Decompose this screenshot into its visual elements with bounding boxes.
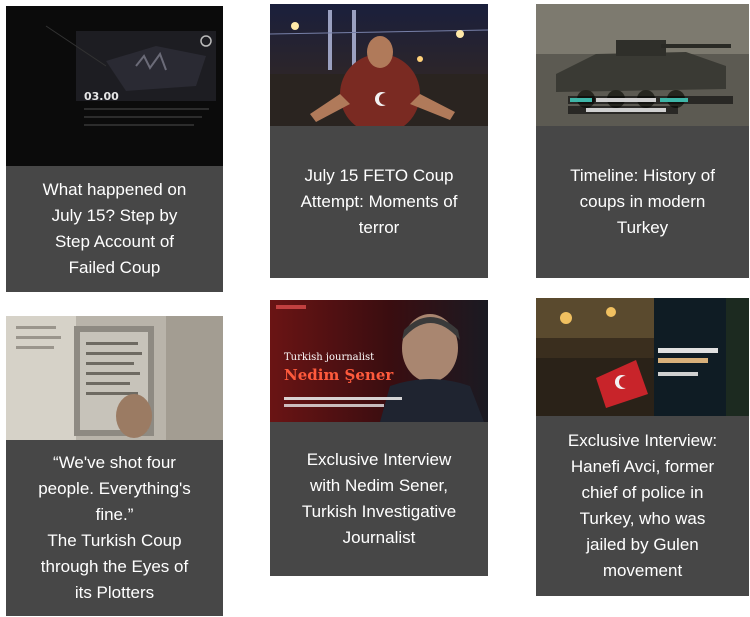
- video-card-timeline-coups[interactable]: Timeline: History of coups in modern Tur…: [536, 4, 749, 278]
- card-title-line: July 15 FETO Coup: [304, 166, 454, 185]
- card-title-line: Hanefi Avci, former: [570, 457, 715, 476]
- card-title[interactable]: Exclusive Interview with Nedim Sener, Tu…: [270, 422, 488, 576]
- card-title-line: Failed Coup: [68, 258, 161, 277]
- card-title-line: people. Everything's: [38, 479, 191, 498]
- card-title-line: What happened on: [42, 180, 187, 199]
- card-thumbnail[interactable]: [536, 298, 749, 416]
- card-title-line: Turkish Investigative: [301, 502, 457, 521]
- card-title-line: Attempt: Moments of: [300, 192, 458, 211]
- thumbnail-time-label: 03.00: [84, 90, 119, 103]
- card-title[interactable]: What happened on July 15? Step by Step A…: [6, 166, 223, 292]
- card-title-line: Turkey, who was: [579, 509, 706, 528]
- card-title-line: with Nedim Sener,: [310, 476, 448, 495]
- card-thumbnail[interactable]: [536, 4, 749, 126]
- card-title-line: Exclusive Interview: [306, 450, 452, 469]
- thumbnail-image: [6, 6, 223, 166]
- video-card-eyes-of-plotters[interactable]: “We've shot four people. Everything's fi…: [6, 316, 223, 616]
- card-title[interactable]: “We've shot four people. Everything's fi…: [6, 440, 223, 616]
- video-card-hanefi-avci-interview[interactable]: Exclusive Interview: Hanefi Avci, former…: [536, 298, 749, 596]
- card-title-line: through the Eyes of: [40, 557, 189, 576]
- card-title-line: July 15? Step by: [51, 206, 178, 225]
- card-title-line: “We've shot four: [53, 453, 176, 472]
- thumbnail-image: [270, 4, 488, 126]
- card-title-line: Timeline: History of: [570, 166, 715, 185]
- card-title[interactable]: Timeline: History of coups in modern Tur…: [536, 126, 749, 278]
- card-title-line: jailed by Gulen: [586, 535, 699, 554]
- card-title-line: The Turkish Coup: [47, 531, 182, 550]
- card-title-line: Turkey: [616, 218, 669, 237]
- thumbnail-image: [6, 316, 223, 440]
- card-title-line: terror: [358, 218, 400, 237]
- card-title-line: Journalist: [342, 528, 416, 547]
- video-card-nedim-sener-interview[interactable]: Turkish journalist Nedim Şener Exclusive…: [270, 300, 488, 576]
- card-title-line: movement: [602, 561, 683, 580]
- thumbnail-name: Nedim Şener: [284, 366, 394, 384]
- video-card-moments-of-terror[interactable]: July 15 FETO Coup Attempt: Moments of te…: [270, 4, 488, 278]
- card-title-line: Exclusive Interview:: [567, 431, 718, 450]
- card-title[interactable]: Exclusive Interview: Hanefi Avci, former…: [536, 416, 749, 596]
- card-title-line: chief of police in: [581, 483, 704, 502]
- thumbnail-image: [536, 4, 749, 126]
- card-title-line: Step Account of: [54, 232, 175, 251]
- card-thumbnail[interactable]: Turkish journalist Nedim Şener: [270, 300, 488, 422]
- card-thumbnail[interactable]: [270, 4, 488, 126]
- card-title-line: coups in modern: [579, 192, 706, 211]
- card-thumbnail[interactable]: [6, 316, 223, 440]
- thumbnail-caption-line: Turkish journalist: [284, 352, 375, 363]
- card-thumbnail[interactable]: 03.00: [6, 6, 223, 166]
- video-card-july15-step-by-step[interactable]: 03.00 What happened on July 15? Step by …: [6, 6, 223, 292]
- card-title-line: fine.”: [95, 505, 134, 524]
- card-title[interactable]: July 15 FETO Coup Attempt: Moments of te…: [270, 126, 488, 278]
- card-title-line: its Plotters: [74, 583, 155, 602]
- thumbnail-image: [536, 298, 749, 416]
